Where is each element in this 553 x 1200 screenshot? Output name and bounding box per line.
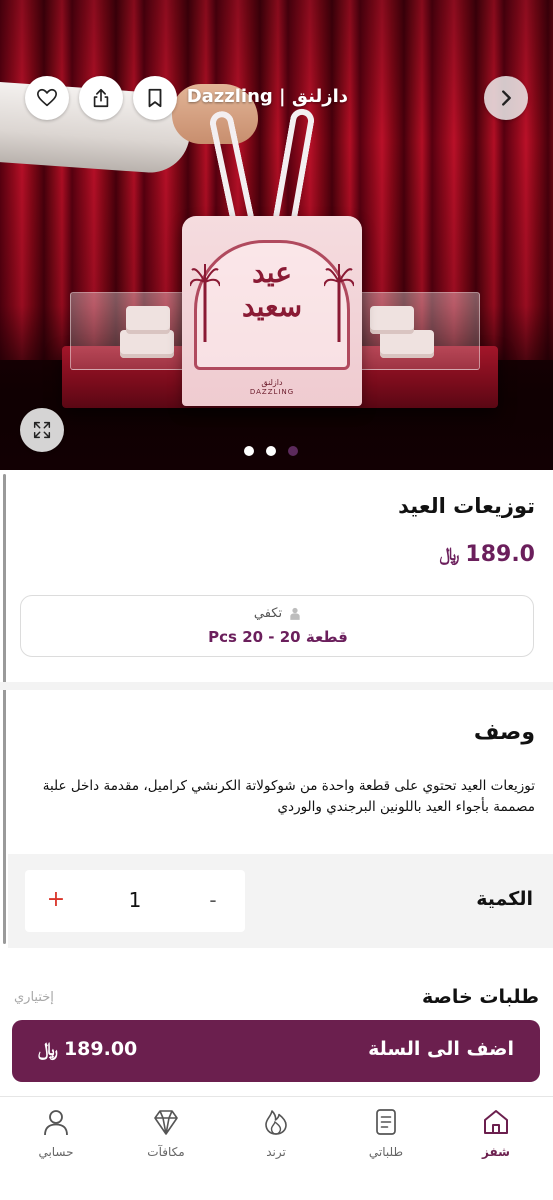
trend-icon	[265, 1110, 287, 1135]
serves-label: تكفي	[253, 606, 283, 621]
serves-value: قطعة 20 - 20 Pcs	[208, 628, 348, 646]
profile-icon	[44, 1110, 68, 1136]
bookmark-icon	[148, 88, 162, 108]
quantity-label: الكمية	[476, 888, 533, 910]
bag-greeting-line1: عيد	[252, 256, 292, 289]
person-icon	[290, 607, 300, 620]
favorite-button[interactable]	[25, 76, 69, 120]
special-requests-title: طلبات خاصة	[422, 986, 539, 1008]
carousel-dots	[244, 446, 298, 456]
increase-quantity-button[interactable]: +	[43, 887, 69, 913]
nav-item-home[interactable]: شفز	[456, 1107, 536, 1167]
cart-total: ﷼ 189.00	[38, 1038, 137, 1060]
description-text: توزيعات العيد تحتوي على قطعة واحدة من شو…	[42, 778, 535, 815]
nav-item-orders[interactable]: طلباتي	[346, 1107, 426, 1167]
nav-label: ترند	[266, 1145, 286, 1159]
price-amount: 189.0	[465, 542, 535, 567]
chocolate-piece	[120, 330, 174, 358]
bookmark-button[interactable]	[133, 76, 177, 120]
add-to-cart-button[interactable]: اضف الى السلة ﷼ 189.00	[12, 1020, 540, 1082]
expand-icon	[33, 421, 51, 439]
cart-total-amount: 189.00	[63, 1038, 138, 1060]
nav-item-trend[interactable]: ترند	[236, 1107, 316, 1167]
share-icon	[93, 88, 109, 108]
quantity-value: 1	[128, 888, 142, 912]
carousel-dot[interactable]	[244, 446, 254, 456]
riyal-icon: ﷼	[439, 544, 460, 565]
gift-bag: عيد سعيد دازلنق DAZZLING	[182, 216, 362, 406]
bag-greeting: عيد سعيد	[182, 256, 362, 324]
add-to-cart-label: اضف الى السلة	[368, 1038, 514, 1060]
decrease-quantity-button[interactable]: -	[200, 887, 226, 913]
bag-brand-arabic: دازلنق	[261, 378, 283, 387]
chocolate-piece	[370, 306, 414, 334]
serves-label-row: تكفي	[21, 606, 535, 621]
nav-item-rewards[interactable]: مكافآت	[126, 1107, 206, 1167]
nav-label: طلباتي	[368, 1145, 404, 1159]
product-price: ﷼ 189.0	[439, 542, 535, 567]
optional-label: إختياري	[14, 990, 54, 1005]
product-title: توزيعات العيد	[398, 494, 535, 518]
quantity-stepper: + 1 -	[25, 870, 245, 932]
home-icon	[484, 1110, 508, 1134]
orders-icon	[376, 1109, 396, 1135]
description-title: وصف	[473, 720, 535, 745]
chocolate-piece	[126, 306, 170, 334]
serves-card: تكفي قطعة 20 - 20 Pcs	[20, 595, 534, 657]
product-image-carousel[interactable]: عيد سعيد دازلنق DAZZLING Dazzling | دازل…	[0, 0, 553, 470]
rewards-icon	[154, 1110, 178, 1135]
carousel-dot-active[interactable]	[288, 446, 298, 456]
nav-label: حسابي	[38, 1145, 74, 1159]
bag-brand-english: DAZZLING	[249, 388, 295, 396]
scrollbar[interactable]	[3, 474, 6, 944]
nav-item-profile[interactable]: حسابي	[16, 1107, 96, 1167]
heart-icon	[37, 88, 57, 107]
section-divider	[0, 682, 553, 690]
nav-label: مكافآت	[147, 1145, 185, 1159]
bottom-navigation: حسابي مكافآت ترند طلباتي شفز	[0, 1096, 553, 1200]
nav-label-active: شفز	[482, 1145, 510, 1159]
back-button[interactable]	[484, 76, 528, 120]
fullscreen-button[interactable]	[20, 408, 64, 452]
chevron-right-icon	[502, 90, 511, 106]
carousel-dot[interactable]	[266, 446, 276, 456]
chocolate-piece	[380, 330, 434, 358]
store-name: Dazzling | دازلنق	[186, 86, 348, 107]
share-button[interactable]	[79, 76, 123, 120]
bag-greeting-line2: سعيد	[241, 290, 303, 323]
riyal-icon: ﷼	[38, 1038, 58, 1060]
quantity-section: الكمية + 1 -	[8, 854, 553, 948]
